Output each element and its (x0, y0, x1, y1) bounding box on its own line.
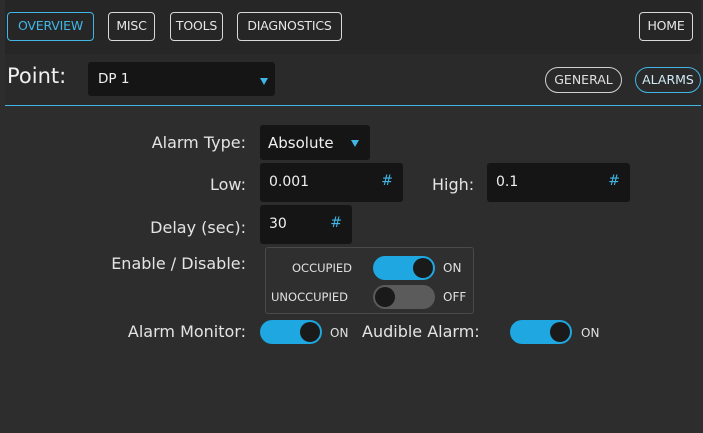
audible-alarm-label: Audible Alarm: (362, 322, 480, 341)
toggle-knob (550, 322, 570, 342)
nav-misc-button[interactable]: MISC (108, 12, 155, 41)
audible-alarm-toggle[interactable] (510, 320, 572, 344)
tab-general[interactable]: GENERAL (545, 67, 622, 93)
chevron-down-icon (260, 78, 268, 85)
audible-alarm-state: ON (581, 326, 600, 340)
top-nav-bar: OVERVIEW MISC TOOLS DIAGNOSTICS HOME (5, 0, 701, 54)
toggle-knob (375, 287, 395, 307)
low-value: 0.001 (269, 174, 310, 190)
point-select-dropdown[interactable]: DP 1 (88, 62, 275, 96)
enable-disable-group: OCCUPIED ON UNOCCUPIED OFF (265, 247, 474, 314)
numeric-hash-icon: # (381, 173, 393, 189)
delay-value: 30 (269, 216, 287, 232)
alarm-settings-screen: OVERVIEW MISC TOOLS DIAGNOSTICS HOME Poi… (5, 0, 701, 433)
tab-alarms[interactable]: ALARMS (635, 67, 701, 93)
alarm-type-value: Absolute (268, 134, 334, 152)
alarm-monitor-label: Alarm Monitor: (127, 322, 246, 341)
nav-home-button[interactable]: HOME (639, 12, 693, 41)
unoccupied-state: OFF (443, 290, 467, 304)
nav-tools-button[interactable]: TOOLS (170, 12, 223, 41)
alarm-monitor-toggle[interactable] (260, 320, 322, 344)
alarm-type-label: Alarm Type: (151, 133, 246, 152)
point-row: Point: DP 1 GENERAL ALARMS (5, 54, 701, 106)
delay-label: Delay (sec): (150, 218, 246, 237)
delay-input[interactable]: 30 # (260, 205, 352, 244)
unoccupied-label: UNOCCUPIED (271, 290, 348, 304)
point-select-value: DP 1 (98, 71, 130, 87)
alarm-monitor-state: ON (330, 326, 349, 340)
toggle-knob (300, 322, 320, 342)
toggle-knob (413, 258, 433, 278)
point-label: Point: (7, 64, 67, 88)
unoccupied-toggle[interactable] (373, 285, 435, 309)
nav-overview-button[interactable]: OVERVIEW (7, 12, 94, 41)
nav-diagnostics-button[interactable]: DIAGNOSTICS (237, 12, 342, 41)
numeric-hash-icon: # (330, 215, 342, 231)
high-input[interactable]: 0.1 # (487, 163, 630, 202)
low-label: Low: (209, 175, 246, 194)
chevron-down-icon (351, 140, 359, 147)
occupied-label: OCCUPIED (292, 261, 352, 275)
enable-disable-label: Enable / Disable: (111, 254, 246, 273)
occupied-toggle[interactable] (373, 256, 435, 280)
alarm-type-select[interactable]: Absolute (260, 125, 370, 160)
occupied-state: ON (443, 261, 462, 275)
low-input[interactable]: 0.001 # (260, 163, 403, 202)
high-label: High: (432, 175, 475, 194)
high-value: 0.1 (496, 174, 519, 190)
numeric-hash-icon: # (608, 173, 620, 189)
